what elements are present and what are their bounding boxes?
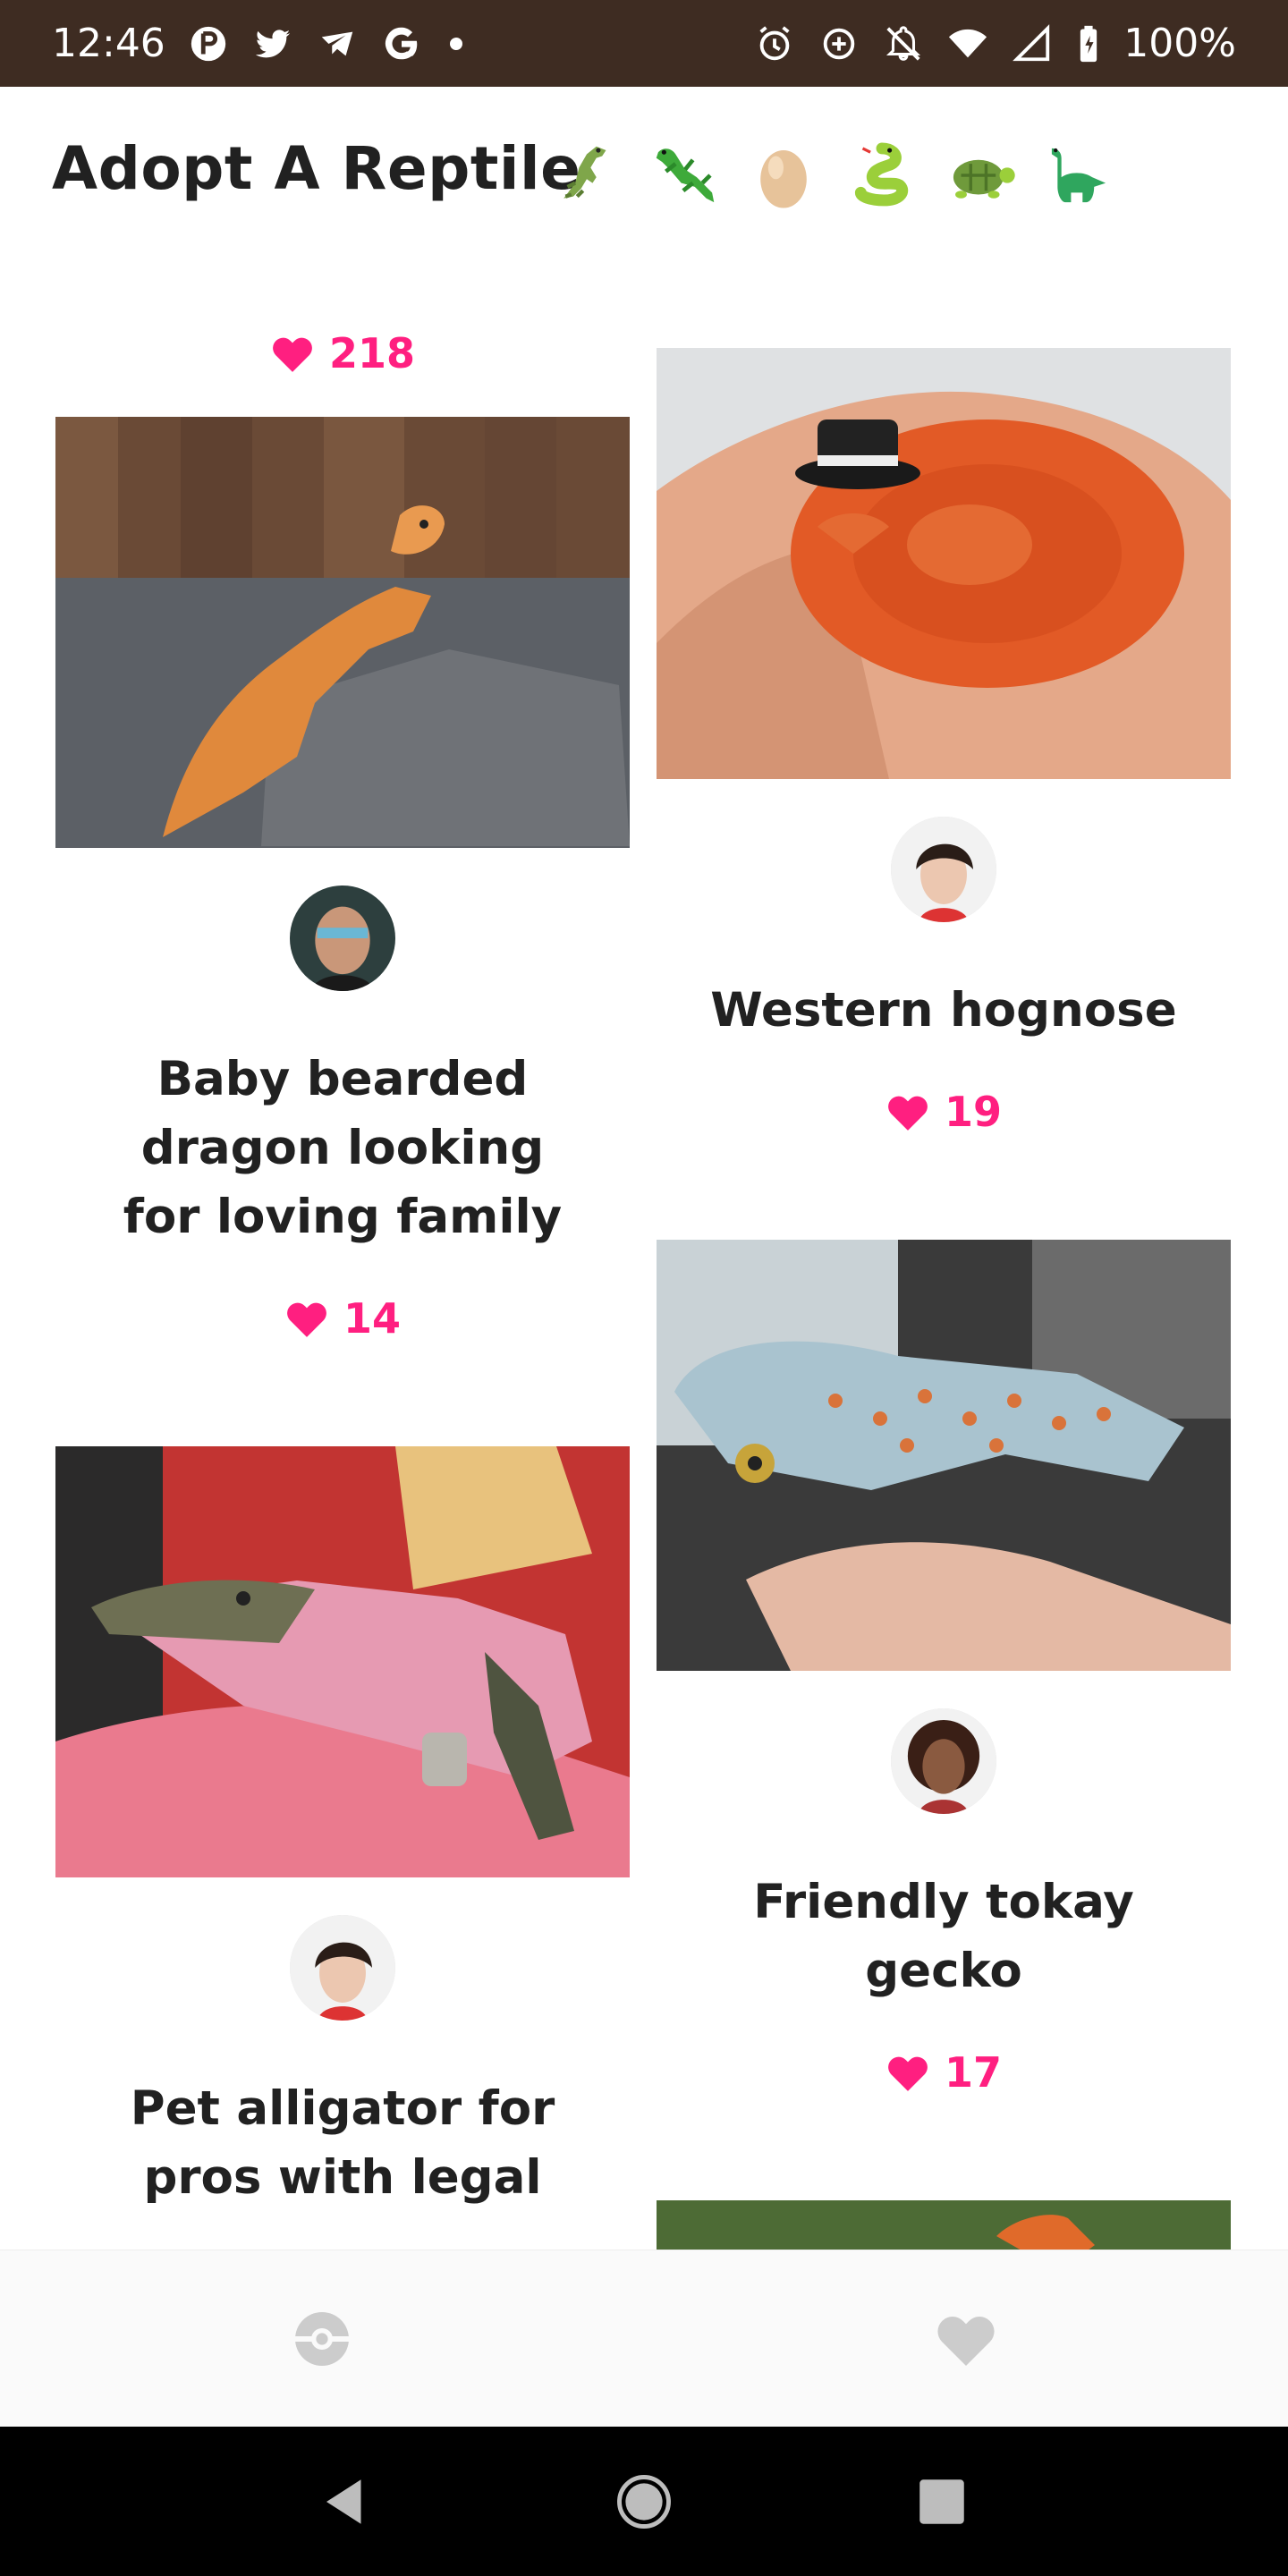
woman-short-hair-avatar[interactable] xyxy=(284,1910,401,2026)
snake-icon[interactable] xyxy=(841,134,923,216)
pokeball-icon xyxy=(295,2312,349,2366)
status-time: 12:46 xyxy=(52,21,165,66)
turtle-icon[interactable] xyxy=(939,134,1021,216)
recents-icon[interactable] xyxy=(912,2472,971,2531)
emoji-filter-bar xyxy=(546,134,1120,216)
p-icon xyxy=(187,22,230,65)
bottom-navigation xyxy=(0,2250,1288,2428)
woman-short-hair-avatar[interactable] xyxy=(886,811,1002,928)
data-saver-icon xyxy=(818,22,860,65)
bell-off-icon xyxy=(882,22,925,65)
woman-curly-hair-avatar[interactable] xyxy=(886,1703,1002,1819)
egg-icon[interactable] xyxy=(742,134,825,216)
nav-favorites[interactable] xyxy=(644,2250,1288,2428)
like-count-value: 218 xyxy=(328,329,416,377)
hognose-snake-photo[interactable] xyxy=(657,348,1231,779)
battery-percent: 100% xyxy=(1123,21,1236,66)
crocodile-icon[interactable] xyxy=(546,134,628,216)
listing-card[interactable]: Pet alligator for pros with legal xyxy=(55,1446,630,2212)
listing-title: Friendly tokay gecko xyxy=(753,1875,1134,1998)
alarm-icon xyxy=(753,22,796,65)
listing-title: Western hognose xyxy=(710,983,1177,1038)
battery-icon xyxy=(1075,22,1102,65)
tokay-gecko-photo[interactable] xyxy=(657,1240,1231,1671)
listing-card[interactable]: Baby bearded dragon looking for loving f… xyxy=(55,417,630,1343)
back-icon[interactable] xyxy=(317,2472,376,2531)
man-sunglasses-avatar[interactable] xyxy=(284,880,401,996)
like-count-value: 14 xyxy=(343,1294,401,1343)
system-navigation xyxy=(0,2427,1288,2576)
page-title: Adopt A Reptile xyxy=(52,134,581,203)
send-icon xyxy=(316,22,359,65)
notification-dot xyxy=(449,37,462,50)
heart-icon xyxy=(273,337,312,372)
like-count[interactable]: 14 xyxy=(55,1294,630,1343)
heart-icon xyxy=(888,2056,928,2091)
listing-title: Pet alligator for pros with legal xyxy=(130,2081,555,2205)
listing-card[interactable]: Friendly tokay gecko 17 xyxy=(657,1240,1231,2097)
like-count-value: 19 xyxy=(944,1088,1002,1136)
status-bar: 12:46 100% xyxy=(0,0,1288,87)
signal-icon xyxy=(1011,22,1054,65)
bearded-dragon-photo[interactable] xyxy=(55,417,630,848)
heart-icon xyxy=(888,1096,928,1131)
listing-card[interactable]: Western hognose 19 xyxy=(657,348,1231,1136)
listing-card[interactable] xyxy=(657,2200,1231,2250)
wifi-icon xyxy=(946,22,989,65)
reptile-photo[interactable] xyxy=(657,2200,1231,2250)
home-icon[interactable] xyxy=(614,2472,674,2531)
reptile-feed[interactable]: 218 Baby bearded dragon looking for lovi… xyxy=(0,250,1288,2250)
like-count[interactable]: 17 xyxy=(657,2048,1231,2097)
google-icon xyxy=(380,22,423,65)
alligator-photo[interactable] xyxy=(55,1446,630,1877)
like-count-value: 17 xyxy=(944,2048,1002,2097)
nav-browse[interactable] xyxy=(0,2250,644,2428)
lizard-icon[interactable] xyxy=(644,134,726,216)
twitter-icon xyxy=(251,22,294,65)
like-count[interactable]: 19 xyxy=(657,1088,1231,1136)
like-count[interactable]: 218 xyxy=(55,329,630,377)
listing-title: Baby bearded dragon looking for loving f… xyxy=(123,1052,563,1244)
heart-icon xyxy=(937,2317,995,2366)
heart-icon xyxy=(287,1302,326,1337)
dinosaur-icon[interactable] xyxy=(1038,134,1120,216)
